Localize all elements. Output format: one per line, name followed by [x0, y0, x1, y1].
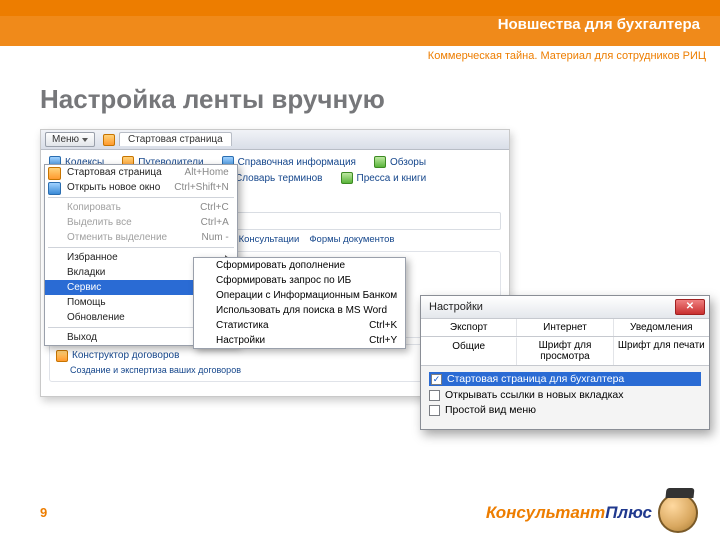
menu-item-select-all: Выделить всеCtrl+A — [45, 215, 237, 230]
list-icon — [374, 156, 386, 168]
news-icon — [341, 172, 353, 184]
doc-icon — [56, 350, 68, 362]
nav-press[interactable]: Пресса и книги — [341, 172, 427, 184]
home-icon — [48, 167, 61, 180]
check-open-new-tabs[interactable]: Открывать ссылки в новых вкладках — [429, 389, 701, 401]
brand-logo: КонсультантПлюс — [486, 493, 698, 533]
checkbox-icon — [429, 405, 440, 416]
menu-item-copy: КопироватьCtrl+C — [45, 200, 237, 215]
submenu-settings[interactable]: НастройкиCtrl+Y — [194, 333, 405, 348]
confidential-note: Коммерческая тайна. Материал для сотрудн… — [0, 46, 720, 62]
tab-general[interactable]: Общие — [421, 337, 517, 365]
check-accountant-start[interactable]: Стартовая страница для бухгалтера — [429, 372, 701, 386]
submenu-use-word[interactable]: Использовать для поиска в MS Word — [194, 303, 405, 318]
checkbox-icon — [431, 374, 442, 385]
nav-reviews[interactable]: Обзоры — [374, 156, 426, 168]
menu-item-start-page[interactable]: Стартовая страницаAlt+Home — [45, 165, 237, 180]
settings-dialog: Настройки ✕ Экспорт Интернет Уведомления… — [420, 295, 710, 430]
chevron-down-icon — [82, 138, 88, 142]
slide-title: Настройка ленты вручную — [40, 84, 720, 115]
menu-item-deselect: Отменить выделениеNum - — [45, 230, 237, 245]
mascot-icon — [658, 493, 698, 533]
menu-button[interactable]: Меню — [45, 132, 95, 147]
tab-view-font[interactable]: Шрифт для просмотра — [517, 337, 613, 365]
service-submenu: Сформировать дополнение Сформировать зап… — [193, 257, 406, 349]
tab-internet[interactable]: Интернет — [517, 319, 613, 336]
tab-start-page[interactable]: Стартовая страница — [119, 132, 232, 146]
submenu-stats[interactable]: СтатистикаCtrl+K — [194, 318, 405, 333]
submenu-form-request[interactable]: Сформировать запрос по ИБ — [194, 273, 405, 288]
tab-notifications[interactable]: Уведомления — [614, 319, 709, 336]
submenu-ib-ops: Операции с Информационным Банком — [194, 288, 405, 303]
tab-icon — [103, 134, 115, 146]
check-simple-menu[interactable]: Простой вид меню — [429, 404, 701, 416]
checkbox-icon — [429, 390, 440, 401]
tab-export[interactable]: Экспорт — [421, 319, 517, 336]
dialog-title: Настройки — [429, 301, 483, 313]
cat-consult[interactable]: Консультации — [239, 234, 300, 245]
submenu-form-addition[interactable]: Сформировать дополнение — [194, 258, 405, 273]
close-button[interactable]: ✕ — [675, 299, 705, 315]
menu-item-new-window[interactable]: Открыть новое окноCtrl+Shift+N — [45, 180, 237, 195]
page-number: 9 — [40, 505, 47, 520]
window-icon — [48, 182, 61, 195]
tab-print-font[interactable]: Шрифт для печати — [614, 337, 709, 365]
nav-ref[interactable]: Справочная информация — [222, 156, 356, 168]
section-title: Новшества для бухгалтера — [498, 16, 700, 33]
cat-forms[interactable]: Формы документов — [309, 234, 394, 245]
